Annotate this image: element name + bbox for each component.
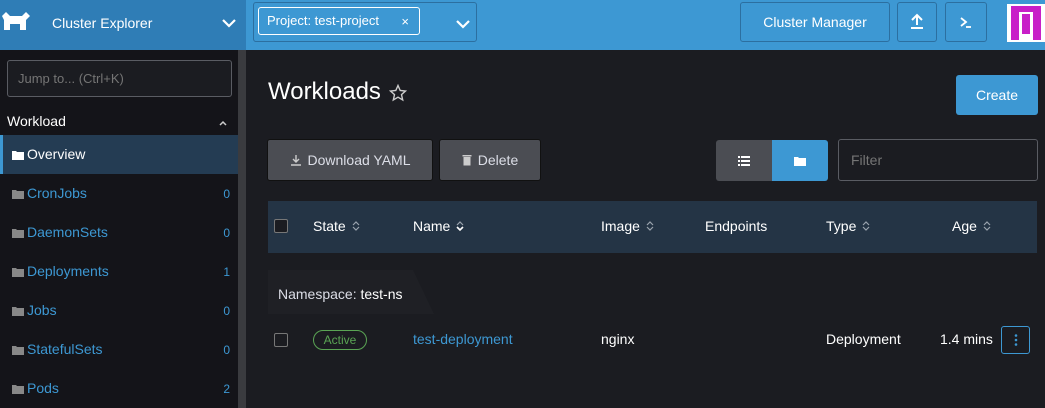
row-actions-button[interactable] [1001, 326, 1030, 354]
table-header: State Name Image Endpoints Type Age [268, 201, 1037, 253]
column-header-type[interactable]: Type [826, 218, 870, 234]
column-header-state[interactable]: State [313, 218, 360, 234]
project-selector[interactable]: Project: test-project × [253, 2, 477, 42]
chevron-up-icon [219, 120, 227, 126]
status-badge: Active [313, 330, 367, 350]
close-icon[interactable]: × [401, 14, 409, 29]
column-header-name[interactable]: Name [413, 218, 464, 234]
sidebar-item-count: 2 [223, 382, 230, 396]
folder-icon [12, 151, 24, 160]
page-title: Workloads [268, 78, 381, 105]
sidebar-item-cronjobs[interactable]: CronJobs 0 [0, 174, 238, 213]
sidebar-item-label: Deployments [27, 263, 109, 279]
kubectl-shell-button[interactable] [945, 2, 987, 42]
flat-list-view-button[interactable] [716, 140, 772, 181]
cluster-name: Cluster Explorer [52, 15, 153, 31]
folder-icon [12, 385, 24, 394]
namespace-name: test-ns [360, 286, 403, 302]
trash-icon [462, 155, 472, 166]
sidebar-item-daemonsets[interactable]: DaemonSets 0 [0, 213, 238, 252]
delete-button[interactable]: Delete [439, 139, 541, 181]
sidebar-item-label: Jobs [27, 302, 57, 318]
sidebar-item-deployments[interactable]: Deployments 1 [0, 252, 238, 291]
column-label: Age [952, 218, 977, 234]
sidebar-item-count: 1 [223, 265, 230, 279]
folder-icon [12, 307, 24, 316]
folder-icon [794, 156, 806, 166]
terminal-icon [960, 17, 971, 28]
sidebar-item-statefulsets[interactable]: StatefulSets 0 [0, 330, 238, 369]
sort-icon [862, 221, 870, 231]
sidebar-item-count: 0 [223, 226, 230, 240]
row-checkbox[interactable] [274, 333, 288, 347]
sidebar-item-count: 0 [223, 343, 230, 357]
project-chip-label: Project: test-project [267, 13, 379, 28]
workload-image: nginx [601, 331, 635, 347]
download-icon [290, 155, 301, 166]
user-avatar-icon [1011, 6, 1041, 40]
folder-icon [12, 268, 24, 277]
table-row[interactable]: Active test-deployment nginx Deployment … [268, 314, 1037, 366]
select-all-checkbox[interactable] [274, 219, 288, 233]
sort-icon [352, 221, 360, 231]
rancher-logo-icon [2, 12, 30, 30]
upload-icon [911, 13, 923, 29]
column-label: Name [413, 218, 451, 234]
download-yaml-label: Download YAML [307, 152, 411, 168]
import-yaml-button[interactable] [897, 2, 937, 42]
create-button[interactable]: Create [956, 75, 1038, 115]
jump-to-input[interactable] [7, 60, 232, 97]
list-icon [738, 155, 750, 166]
sidebar-item-jobs[interactable]: Jobs 0 [0, 291, 238, 330]
column-header-image[interactable]: Image [601, 218, 654, 234]
star-icon[interactable] [389, 84, 407, 102]
sidebar-group-workload[interactable]: Workload [0, 108, 238, 136]
avatar[interactable] [1007, 4, 1045, 42]
chevron-down-icon[interactable] [218, 12, 240, 34]
delete-label: Delete [477, 152, 519, 168]
namespace-label: Namespace: [278, 286, 357, 302]
sidebar-group-label: Workload [7, 113, 66, 129]
filter-input[interactable] [838, 139, 1038, 181]
group-by-namespace-button[interactable] [772, 140, 828, 181]
sidebar-item-pods[interactable]: Pods 2 [0, 369, 238, 408]
cluster-switcher[interactable]: Cluster Explorer [0, 0, 246, 50]
project-chip[interactable]: Project: test-project × [258, 7, 420, 35]
sidebar-item-label: CronJobs [27, 185, 87, 201]
column-header-age[interactable]: Age [952, 218, 991, 234]
sidebar-item-label: Pods [27, 380, 59, 396]
workload-age: 1.4 mins [940, 331, 993, 347]
workload-name-link[interactable]: test-deployment [413, 331, 513, 347]
folder-icon [12, 190, 24, 199]
cluster-manager-button[interactable]: Cluster Manager [740, 2, 890, 42]
folder-icon [12, 346, 24, 355]
download-yaml-button[interactable]: Download YAML [267, 139, 433, 181]
sidebar-item-count: 0 [223, 187, 230, 201]
sidebar-item-label: DaemonSets [27, 224, 108, 240]
column-label: Endpoints [705, 218, 768, 234]
sidebar-item-overview[interactable]: Overview [0, 135, 238, 174]
column-header-endpoints: Endpoints [705, 218, 767, 234]
sidebar-item-label: StatefulSets [27, 341, 103, 357]
column-label: State [313, 218, 346, 234]
sort-icon [456, 221, 464, 232]
view-toggle [716, 140, 828, 181]
kebab-menu-icon [1014, 334, 1017, 346]
sidebar-item-label: Overview [27, 146, 86, 162]
namespace-group-header: Namespace: test-ns [268, 270, 434, 314]
chevron-down-icon[interactable] [452, 13, 474, 35]
workload-type: Deployment [826, 331, 901, 347]
sidebar-item-count: 0 [223, 304, 230, 318]
sidebar-scrollbar[interactable] [238, 50, 246, 408]
sort-icon [646, 221, 654, 231]
sort-icon [983, 221, 991, 231]
column-label: Image [601, 218, 640, 234]
folder-icon [12, 229, 24, 238]
column-label: Type [826, 218, 857, 234]
